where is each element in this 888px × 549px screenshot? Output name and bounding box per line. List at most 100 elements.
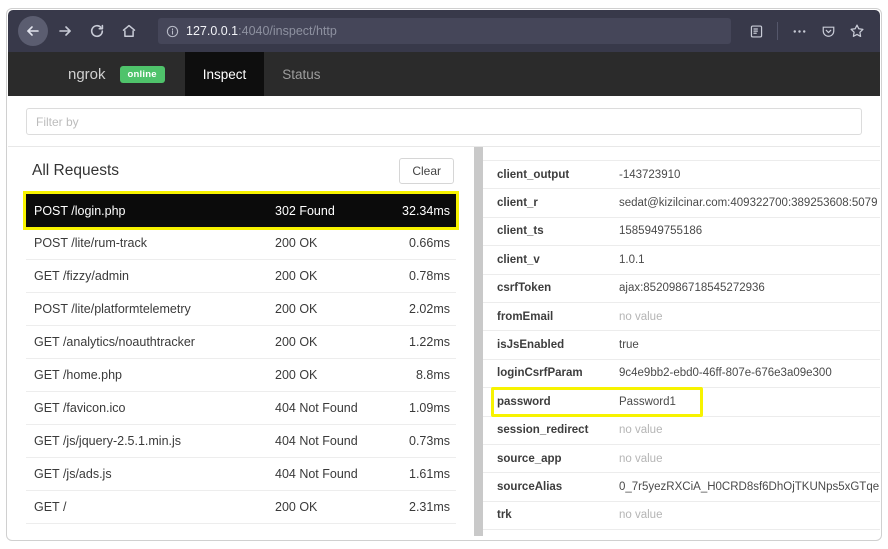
params-list: client_output -143723910 client_r sedat@kiz… (483, 161, 880, 536)
request-row[interactable]: GET /favicon.ico 404 Not Found 1.09ms (26, 392, 456, 425)
params-row-partial (483, 147, 880, 161)
param-key: fromEmail (497, 310, 554, 323)
params-panel: client_output -143723910 client_r sedat@kiz… (483, 147, 880, 536)
toolbar-divider (777, 22, 778, 40)
param-row: client_output -143723910 (483, 161, 880, 190)
param-value: 1585949755186 (619, 225, 703, 238)
param-row: client_v 1.0.1 (483, 246, 880, 275)
request-status: 404 Not Found (275, 467, 358, 481)
request-row[interactable]: GET / 200 OK 2.31ms (26, 491, 456, 524)
tab-inspect[interactable]: Inspect (184, 52, 265, 96)
request-path: GET /js/jquery-2.5.1.min.js (34, 434, 182, 448)
param-key: client_r (497, 197, 538, 210)
request-row[interactable]: POST /lite/rum-track 200 OK 0.66ms (26, 227, 456, 260)
ngrok-inspect-page: ngrok online Inspect Status All Requests… (8, 52, 880, 541)
request-list: POST /login.php 302 Found 32.34ms POST /lit… (23, 191, 459, 524)
address-bar[interactable]: 127.0.0.1:4040/inspect/http (158, 18, 731, 44)
request-duration: 0.73ms (409, 434, 450, 448)
bookmark-star-icon[interactable] (844, 18, 870, 44)
param-value: no value (619, 452, 663, 465)
requests-panel: All Requests Clear POST /login.php 302 Fo… (8, 147, 470, 536)
param-key: sourceAlias (497, 480, 563, 493)
url-path: :4040/inspect/http (238, 24, 337, 38)
param-row: fromEmail no value (483, 303, 880, 332)
param-row: client_ts 1585949755186 (483, 218, 880, 247)
request-duration: 2.31ms (409, 500, 450, 514)
request-duration: 8.8ms (415, 368, 450, 382)
param-row: source_app no value (483, 445, 880, 474)
status-badge: online (119, 65, 165, 83)
param-value: no value (619, 509, 663, 522)
reader-view-icon[interactable] (743, 18, 769, 44)
request-path: GET /home.php (34, 368, 123, 382)
request-row[interactable]: GET /js/jquery-2.5.1.min.js 404 Not Found… (26, 425, 456, 458)
param-key: trk (497, 509, 512, 522)
param-key: session_redirect (497, 424, 589, 437)
request-row[interactable]: GET /fizzy/admin 200 OK 0.78ms (26, 260, 456, 293)
menu-dots-icon[interactable] (786, 18, 812, 44)
request-row[interactable]: GET /analytics/noauthtracker 200 OK 1.22ms (26, 326, 456, 359)
site-info-icon[interactable] (166, 25, 179, 38)
request-duration: 2.02ms (409, 302, 450, 316)
clear-button[interactable]: Clear (399, 158, 454, 184)
param-value: sedat@kizilcinar.com:409322700:389253608… (619, 197, 878, 210)
param-value: 0_7r5yezRXCiA_H0CRD8sf6DhOjTKUNps5xGTqe (619, 480, 880, 493)
filter-input[interactable] (26, 108, 862, 135)
request-duration: 0.78ms (409, 269, 450, 283)
request-path: GET /analytics/noauthtracker (34, 335, 195, 349)
browser-toolbar-icons (743, 18, 870, 44)
back-icon[interactable] (18, 16, 48, 46)
forward-icon[interactable] (50, 16, 80, 46)
screenshot-root: 127.0.0.1:4040/inspect/http ngrok online… (0, 0, 888, 549)
param-row: sourceAlias 0_7r5yezRXCiA_H0CRD8sf6DhOjTK… (483, 473, 880, 502)
request-duration: 0.66ms (409, 236, 450, 250)
request-row[interactable]: POST /lite/platformtelemetry 200 OK 2.02ms (26, 293, 456, 326)
home-icon[interactable] (114, 16, 144, 46)
browser-nav-buttons (18, 16, 144, 46)
request-path: GET /favicon.ico (34, 401, 126, 415)
request-duration: 1.22ms (409, 335, 450, 349)
browser-toolbar: 127.0.0.1:4040/inspect/http (8, 10, 880, 52)
request-duration: 32.34ms (402, 203, 450, 218)
param-key: client_ts (497, 225, 544, 238)
param-value: 9c4e9bb2-ebd0-46ff-807e-676e3a09e300 (619, 367, 832, 380)
param-key: csrfToken (497, 282, 552, 295)
param-key: password (497, 395, 551, 408)
param-row: session_redirect no value (483, 417, 880, 445)
requests-panel-header: All Requests Clear (26, 147, 456, 194)
param-value: true (619, 339, 639, 352)
request-status: 200 OK (275, 368, 318, 382)
request-row[interactable]: GET /js/ads.js 404 Not Found 1.61ms (26, 458, 456, 491)
request-status: 404 Not Found (275, 401, 358, 415)
request-status: 200 OK (275, 335, 318, 349)
request-status: 302 Found (275, 203, 335, 218)
param-key: client_output (497, 168, 570, 181)
request-status: 200 OK (275, 500, 318, 514)
param-value: -143723910 (619, 168, 681, 181)
param-row: csrfToken ajax:8520986718545272936 (483, 275, 880, 303)
request-path: GET /fizzy/admin (34, 269, 129, 283)
param-value: Password1 (619, 395, 676, 408)
tab-status[interactable]: Status (264, 52, 338, 96)
request-path: POST /lite/platformtelemetry (34, 302, 191, 316)
param-value: no value (619, 310, 663, 323)
param-value: ajax:8520986718545272936 (619, 282, 765, 295)
request-duration: 1.61ms (409, 467, 450, 481)
panel-scrollbar[interactable] (474, 147, 483, 536)
param-row: tryCountno value (483, 530, 880, 536)
page-title: All Requests (32, 162, 120, 179)
param-key: source_app (497, 452, 562, 465)
request-row[interactable]: GET /home.php 200 OK 8.8ms (26, 359, 456, 392)
param-key: client_v (497, 253, 540, 266)
request-row[interactable]: POST /login.php 302 Found 32.34ms (23, 191, 459, 230)
reload-icon[interactable] (82, 16, 112, 46)
request-status: 200 OK (275, 269, 318, 283)
pocket-icon[interactable] (815, 18, 841, 44)
request-path: POST /login.php (34, 203, 126, 218)
param-value: 1.0.1 (619, 253, 645, 266)
param-row: client_r sedat@kizilcinar.com:409322700:3… (483, 189, 880, 218)
param-value: no value (619, 424, 663, 437)
request-duration: 1.09ms (409, 401, 450, 415)
address-bar-text: 127.0.0.1:4040/inspect/http (186, 24, 337, 38)
inspector-body: All Requests Clear POST /login.php 302 Fo… (8, 147, 880, 536)
